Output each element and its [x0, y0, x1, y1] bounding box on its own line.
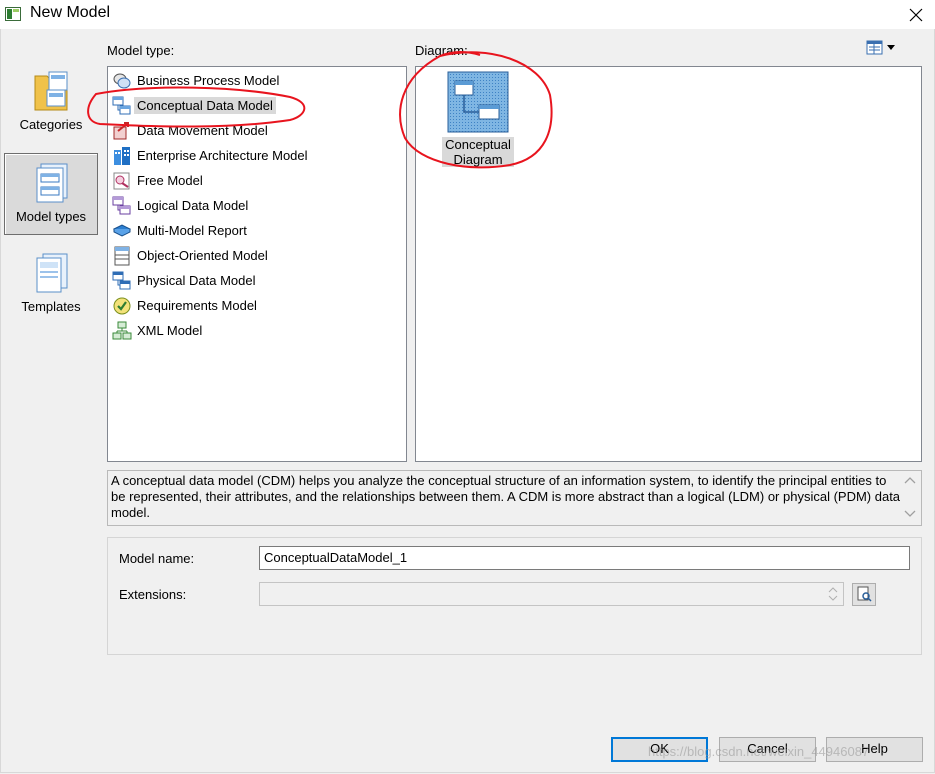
- model-type-list[interactable]: Business Process Model Conceptual Data M…: [107, 66, 407, 462]
- window-title: New Model: [30, 4, 111, 21]
- app-window-icon: [5, 6, 21, 22]
- model-type-item[interactable]: Conceptual Data Model: [112, 93, 276, 118]
- xml-model-icon: [112, 321, 132, 339]
- model-type-item[interactable]: Multi-Model Report: [112, 218, 247, 243]
- browse-icon: [857, 586, 872, 602]
- view-options-icon: [866, 40, 895, 55]
- logical-data-icon: [112, 196, 131, 214]
- title-bar: [0, 0, 935, 29]
- model-name-label: Model name:: [119, 551, 195, 566]
- model-type-item[interactable]: Logical Data Model: [112, 193, 248, 218]
- extensions-label: Extensions:: [119, 587, 187, 602]
- view-options-button[interactable]: [866, 39, 900, 57]
- cancel-button[interactable]: Cancel: [719, 737, 816, 762]
- folder-icon: [34, 71, 68, 111]
- model-type-item[interactable]: XML Model: [112, 318, 202, 343]
- category-label: Templates: [21, 299, 81, 314]
- object-oriented-icon: [114, 246, 130, 265]
- data-movement-icon: [113, 121, 129, 139]
- diagram-label: Diagram:: [415, 43, 468, 58]
- diagram-item-label-line2: Diagram: [453, 152, 503, 167]
- description-text: A conceptual data model (CDM) helps you …: [111, 473, 901, 520]
- model-type-item[interactable]: Object-Oriented Model: [112, 243, 268, 268]
- business-process-icon: [113, 73, 131, 88]
- model-types-icon: [36, 163, 68, 203]
- extensions-field[interactable]: [259, 582, 844, 606]
- scroll-up-icon: [904, 477, 916, 484]
- category-model-types[interactable]: Model types: [4, 153, 98, 235]
- templates-icon: [36, 253, 68, 293]
- model-type-item[interactable]: Free Model: [112, 168, 203, 193]
- report-icon: [112, 223, 132, 237]
- enterprise-architecture-icon: [114, 146, 130, 165]
- model-type-label: Model type:: [107, 43, 175, 58]
- category-label: Model types: [15, 209, 87, 224]
- extensions-spinner[interactable]: [824, 584, 842, 604]
- requirements-icon: [113, 297, 131, 314]
- close-button[interactable]: [897, 0, 935, 29]
- model-type-item[interactable]: Data Movement Model: [112, 118, 268, 143]
- description-scrollbar[interactable]: [900, 471, 920, 525]
- scroll-down-icon: [904, 510, 916, 517]
- physical-data-icon: [112, 271, 131, 289]
- model-name-input[interactable]: ConceptualDataModel_1: [259, 546, 910, 570]
- chevron-up-down-icon: [828, 587, 838, 601]
- extensions-browse-button[interactable]: [852, 583, 876, 606]
- category-label: Categories: [19, 117, 83, 132]
- free-model-icon: [113, 172, 130, 189]
- close-icon: [909, 8, 923, 21]
- model-type-item[interactable]: Business Process Model: [112, 68, 279, 93]
- ok-button[interactable]: OK: [611, 737, 708, 762]
- conceptual-diagram-icon: [447, 71, 509, 133]
- category-categories[interactable]: Categories: [4, 62, 98, 144]
- model-type-item[interactable]: Enterprise Architecture Model: [112, 143, 308, 168]
- diagram-item-conceptual[interactable]: Conceptual Diagram: [440, 71, 516, 167]
- model-type-item[interactable]: Physical Data Model: [112, 268, 256, 293]
- conceptual-data-icon: [112, 96, 131, 114]
- diagram-item-label-line1: Conceptual: [445, 137, 511, 152]
- help-button[interactable]: Help: [826, 737, 923, 762]
- category-templates[interactable]: Templates: [4, 244, 98, 326]
- model-type-item[interactable]: Requirements Model: [112, 293, 257, 318]
